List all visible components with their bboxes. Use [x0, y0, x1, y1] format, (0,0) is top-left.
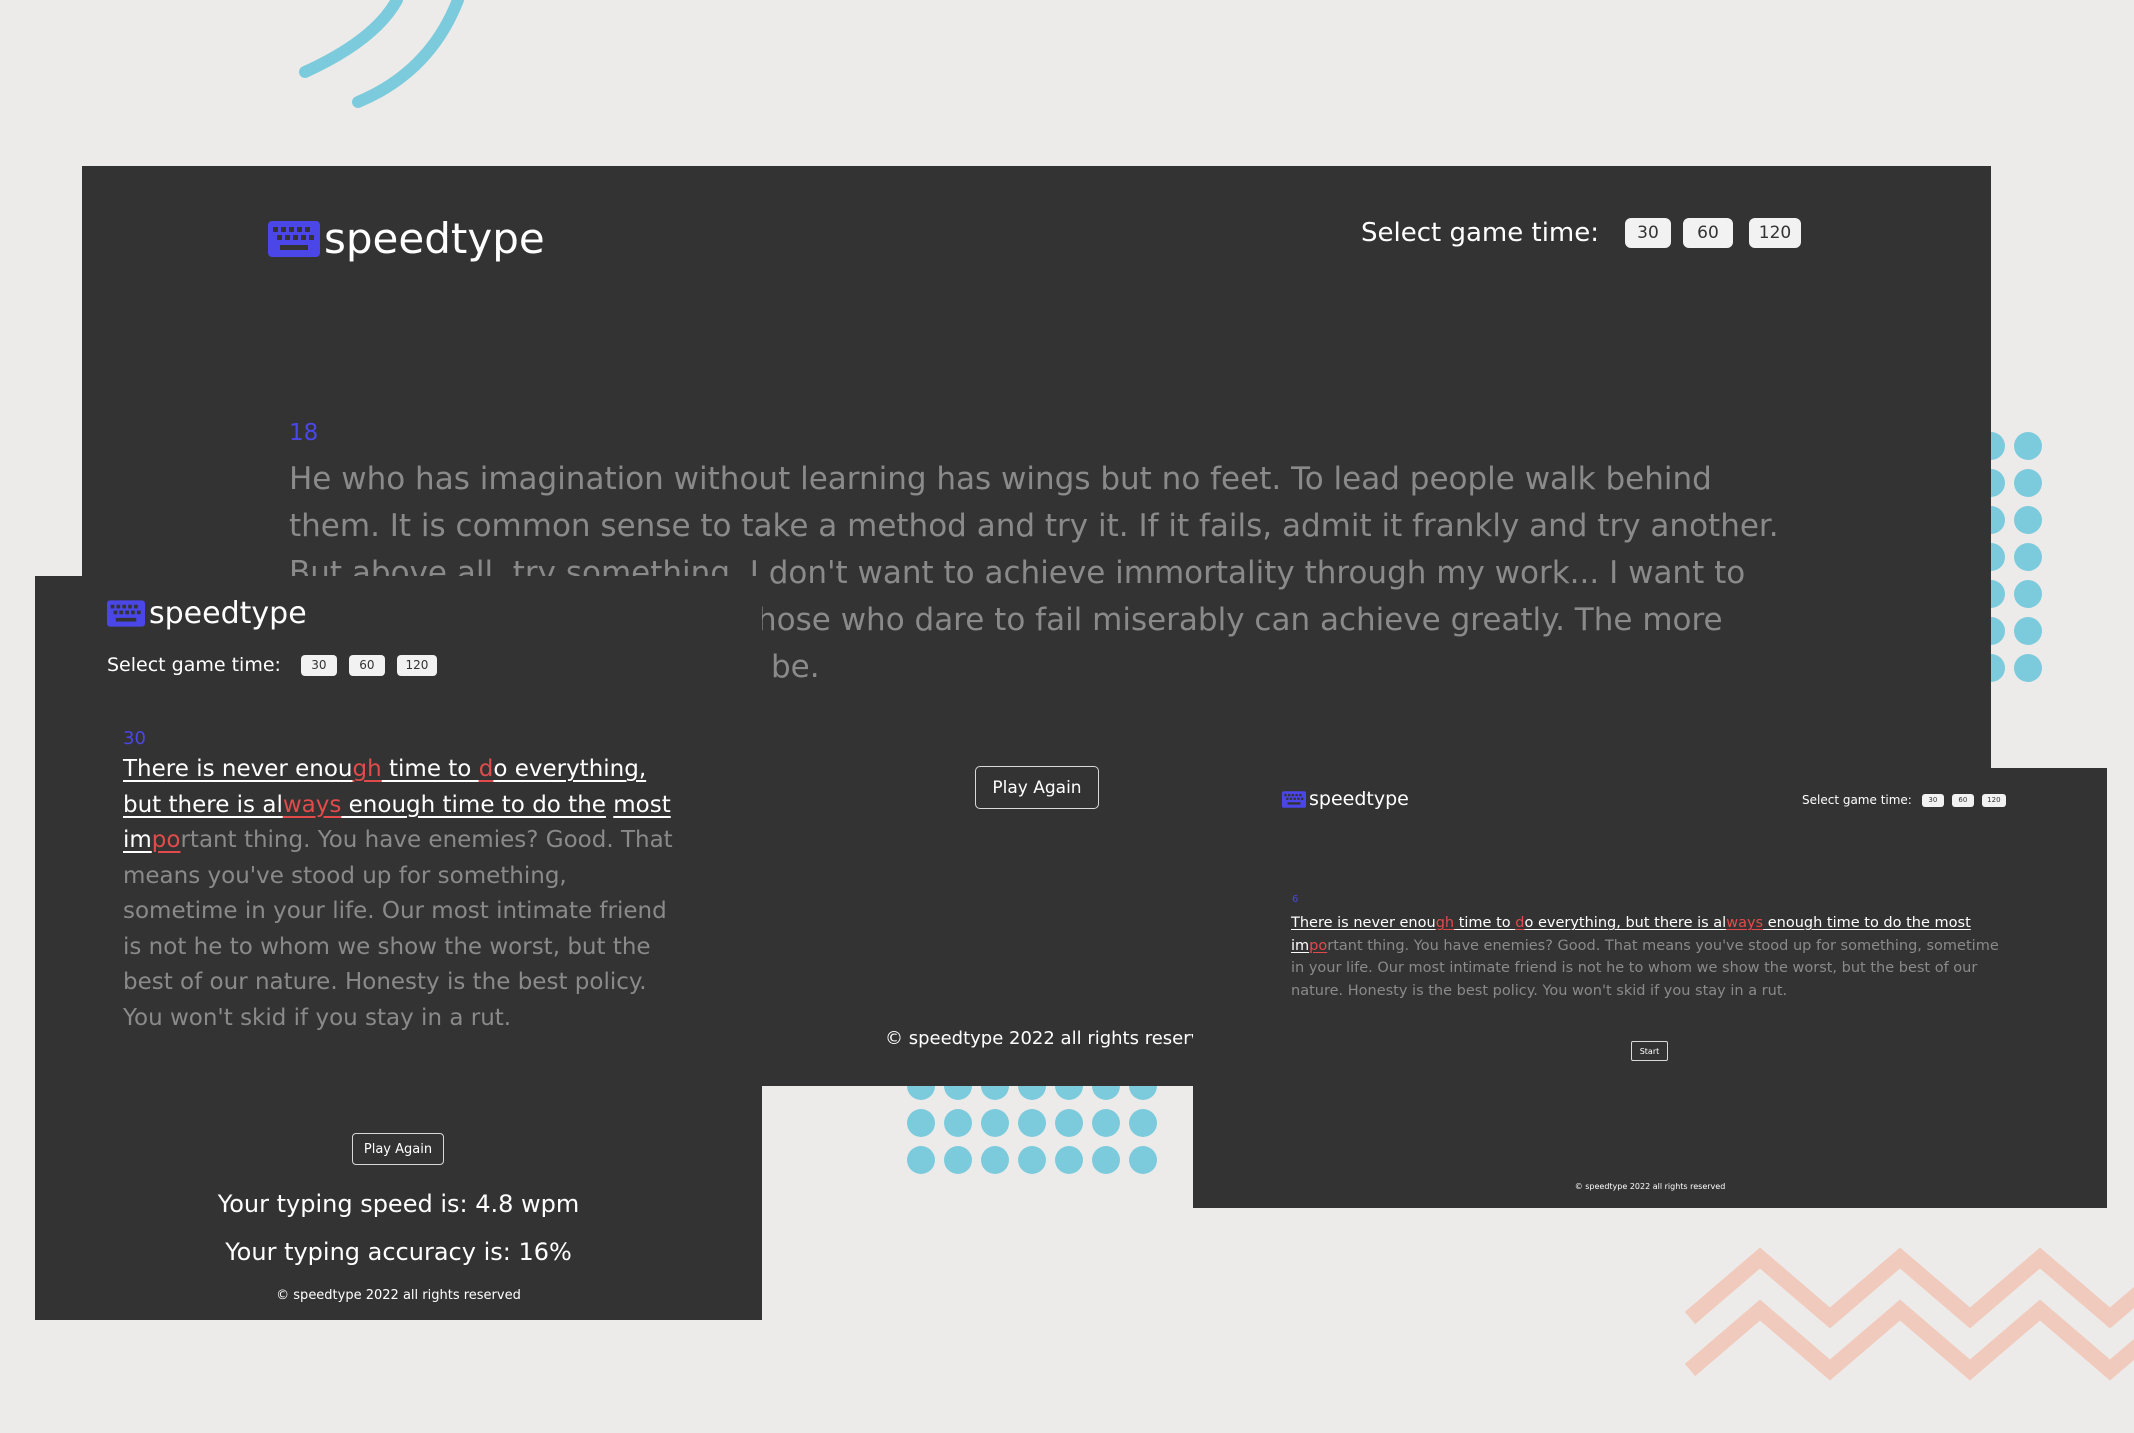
- decorative-dot: [1129, 1146, 1157, 1174]
- typed-correct-text: time to: [1454, 915, 1516, 931]
- time-option-30-button[interactable]: 30: [1921, 793, 1944, 807]
- typed-error-text: po: [151, 827, 181, 853]
- start-button[interactable]: Start: [1631, 1041, 1668, 1061]
- countdown-timer: 30: [123, 728, 146, 749]
- logo[interactable]: speedtype: [107, 596, 307, 631]
- logo-text: speedtype: [149, 596, 307, 631]
- typed-correct-text: o everything, but there is al: [1524, 915, 1727, 931]
- decorative-dot: [1018, 1146, 1046, 1174]
- decorative-dot: [1092, 1146, 1120, 1174]
- decorative-dot: [1092, 1109, 1120, 1137]
- zigzag-decoration: [1684, 1247, 2134, 1381]
- decorative-dot: [2014, 469, 2042, 497]
- decorative-dot: [1129, 1109, 1157, 1137]
- typed-error-text: gh: [352, 756, 382, 782]
- decorative-dot: [944, 1146, 972, 1174]
- typed-correct-text: enough time to do the most: [1763, 915, 1971, 931]
- logo-text: speedtype: [1309, 788, 1409, 810]
- dot-grid-center-decoration: [907, 1072, 1157, 1174]
- decorative-dot: [2014, 617, 2042, 645]
- game-time-selector: Select game time: 30 60 120: [1802, 793, 2006, 807]
- typed-correct-text: There is never enou: [1291, 915, 1436, 931]
- time-option-120-button[interactable]: 120: [396, 654, 437, 676]
- decorative-dot: [981, 1109, 1009, 1137]
- decorative-dot: [1018, 1109, 1046, 1137]
- typed-error-text: po: [1309, 937, 1328, 954]
- typed-correct-text: There is never enou: [123, 756, 353, 782]
- time-option-120-button[interactable]: 120: [1749, 218, 1801, 248]
- game-time-label: Select game time:: [1802, 793, 1912, 807]
- time-option-120-button[interactable]: 120: [1981, 793, 2006, 807]
- logo[interactable]: speedtype: [268, 214, 545, 263]
- typed-error-text: d: [478, 756, 494, 782]
- typed-correct-text: im: [1291, 937, 1310, 954]
- game-time-label: Select game time:: [1361, 218, 1599, 248]
- quote-line: He who has imagination without learning …: [289, 461, 1712, 497]
- logo-text: speedtype: [324, 214, 545, 263]
- countdown-timer: 6: [1292, 894, 1299, 905]
- quote-text: There is never enough time to do everyth…: [123, 752, 683, 1036]
- typed-correct-text: o everything,: [493, 756, 647, 782]
- play-again-button[interactable]: Play Again: [352, 1133, 444, 1165]
- countdown-timer: 18: [289, 420, 319, 446]
- typed-correct-text: enough time to do the: [341, 791, 606, 818]
- game-time-label: Select game time:: [107, 654, 281, 676]
- time-option-60-button[interactable]: 60: [1951, 793, 1974, 807]
- quote-line: them. It is common sense to take a metho…: [289, 508, 1779, 544]
- play-again-button[interactable]: Play Again: [975, 766, 1099, 809]
- decorative-dot: [1055, 1109, 1083, 1137]
- decorative-dot: [907, 1146, 935, 1174]
- typed-error-text: gh: [1435, 915, 1455, 931]
- decorative-dot: [981, 1146, 1009, 1174]
- decorative-dot: [2014, 543, 2042, 571]
- pending-text: rtant thing. You have enemies? Good. Tha…: [1291, 937, 1999, 999]
- time-option-30-button[interactable]: 30: [1625, 218, 1671, 248]
- blue-arc-decoration: [299, 0, 464, 108]
- decorative-dot: [1055, 1146, 1083, 1174]
- typing-speed-result: Your typing speed is: 4.8 wpm: [217, 1190, 580, 1218]
- decorative-dot: [2014, 580, 2042, 608]
- typed-error-text: ways: [1726, 915, 1764, 931]
- footer-copyright: © speedtype 2022 all rights reserved: [1574, 1182, 1726, 1191]
- decorative-dot: [944, 1109, 972, 1137]
- decorative-dot: [2014, 432, 2042, 460]
- keyboard-icon: [107, 600, 145, 627]
- typing-accuracy-result: Your typing accuracy is: 16%: [225, 1238, 572, 1266]
- typed-correct-text: time to: [381, 756, 479, 782]
- time-option-60-button[interactable]: 60: [348, 654, 385, 676]
- pending-text: rtant thing. You have enemies? Good. Tha…: [123, 827, 673, 1031]
- game-time-selector: Select game time: 30 60 120: [1361, 218, 1801, 248]
- mobile-screen-panel: speedtype Select game time: 30 60 120 30…: [35, 576, 762, 1320]
- typed-correct-text: but there is al: [123, 791, 283, 818]
- decorative-dot: [907, 1109, 935, 1137]
- footer-copyright: © speedtype 2022 all rights reserved: [885, 1028, 1224, 1049]
- quote-text: There is never enough time to do everyth…: [1291, 912, 2003, 1002]
- footer-copyright: © speedtype 2022 all rights reserved: [276, 1288, 521, 1303]
- game-time-selector: Select game time: 30 60 120: [107, 654, 437, 676]
- time-option-60-button[interactable]: 60: [1683, 218, 1733, 248]
- typed-error-text: ways: [282, 791, 342, 818]
- tablet-screen-panel: speedtype Select game time: 30 60 120 6 …: [1193, 768, 2107, 1208]
- decorative-dot: [2014, 654, 2042, 682]
- time-option-30-button[interactable]: 30: [300, 654, 337, 676]
- keyboard-icon: [1282, 790, 1306, 808]
- decorative-dot: [2014, 506, 2042, 534]
- logo[interactable]: speedtype: [1282, 788, 1409, 810]
- keyboard-icon: [268, 220, 320, 257]
